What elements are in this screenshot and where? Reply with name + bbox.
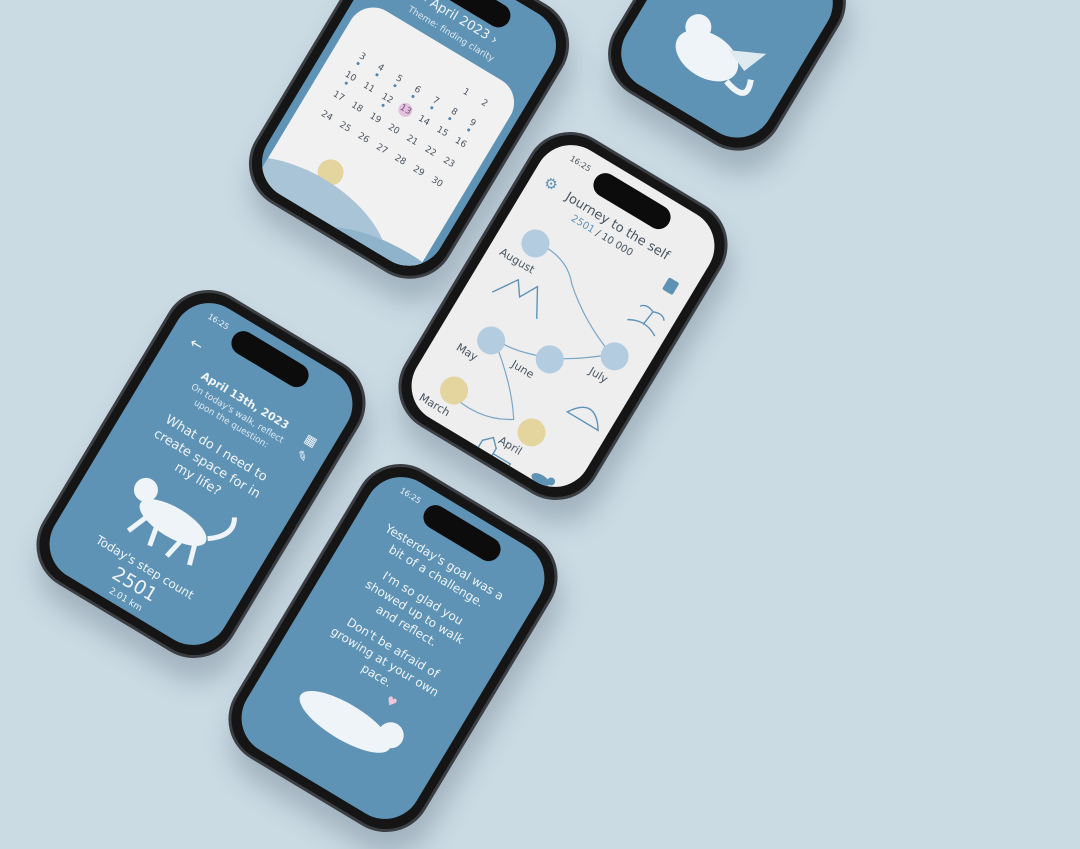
calendar-day[interactable]: 2 [471,92,497,115]
status-time: 16:25 [398,485,423,506]
calendar-day-number: 23 [441,155,457,171]
calendar-day-number: 28 [392,153,408,168]
calendar-day-number: 27 [374,142,390,157]
calendar-day-number: 30 [429,175,445,190]
calendar-day-number: 22 [422,144,438,160]
calendar-day-number: 5 [393,73,404,86]
calendar-day-number: 10 [342,69,358,85]
calendar-day[interactable]: 23 [436,151,462,174]
calendar-day-number: 12 [379,91,395,107]
calendar-day[interactable]: 9 [460,112,486,135]
calendar-day-number: 15 [434,124,450,140]
calendar-day-number: 7 [430,95,441,108]
calendar-day-number: 24 [319,109,335,124]
calendar-day-number: 14 [416,113,432,129]
calendar-day-number: 4 [375,62,386,74]
calendar-day-number: 6 [412,84,423,97]
calendar-day-number: 13 [395,100,415,120]
dynamic-island [226,326,314,392]
calendar-day-number: 2 [479,97,490,110]
calendar-day-number: 1 [460,86,471,99]
calendar-day-number: 17 [330,89,346,104]
dragon-illustration [675,14,767,96]
calendar-day-number: 29 [410,164,426,179]
calendar-day-number: 9 [467,117,478,130]
calendar-day[interactable]: 16 [448,132,474,155]
status-time: 16:25 [206,311,231,332]
calendar-day-number: 8 [448,106,460,119]
calendar-day-number: 19 [367,111,383,126]
calendar-day-number: 20 [386,122,402,137]
back-arrow-icon[interactable]: ← [187,333,207,355]
phone-dragon [590,0,864,168]
calendar-day[interactable]: 30 [424,171,450,194]
calendar-day-number: 21 [404,133,420,148]
calendar-day-number: 3 [357,51,368,63]
calendar-day-number: 26 [355,131,371,146]
calendar-day-number: 11 [361,80,377,96]
calendar-day-number: 18 [349,100,365,115]
calendar-day-number: 25 [337,120,353,135]
dragon-screen [607,0,847,152]
calendar-day-number: 16 [453,135,468,151]
chevron-right-icon[interactable]: › [488,33,500,49]
